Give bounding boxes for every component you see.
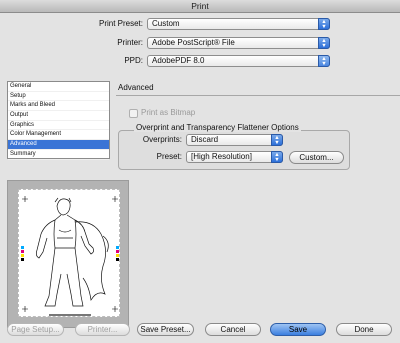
print-preset-popup[interactable]: Custom ▲ ▼: [147, 18, 330, 30]
ppd-label: PPD:: [124, 56, 143, 65]
preview-paper: [18, 189, 120, 317]
superhero-illustration: [21, 196, 119, 316]
sidebar-item-color-management[interactable]: Color Management: [8, 130, 109, 141]
print-as-bitmap-label: Print as Bitmap: [141, 108, 196, 117]
sidebar-item-summary[interactable]: Summary: [8, 150, 109, 160]
print-preset-label: Print Preset:: [98, 19, 143, 28]
sidebar-item-marks-and-bleed[interactable]: Marks and Bleed: [8, 101, 109, 112]
sidebar-item-setup[interactable]: Setup: [8, 92, 109, 102]
page-setup-button[interactable]: Page Setup...: [7, 323, 64, 336]
printer-popup[interactable]: Adobe PostScript® File ▲ ▼: [147, 37, 330, 49]
up-down-arrows-icon: ▲ ▼: [271, 151, 283, 163]
printer-label: Printer:: [117, 38, 143, 47]
print-as-bitmap-checkbox[interactable]: [129, 109, 138, 118]
page-preview: [7, 180, 129, 328]
sidebar-item-advanced[interactable]: Advanced: [8, 140, 109, 150]
window-title: Print: [0, 0, 400, 13]
ppd-value: AdobePDF 8.0: [152, 56, 205, 65]
overprints-popup[interactable]: Discard ▲ ▼: [186, 134, 283, 146]
sidebar-item-graphics[interactable]: Graphics: [8, 121, 109, 131]
print-dialog: Print Preset: Custom ▲ ▼ Printer: Adobe P…: [0, 13, 400, 343]
overprints-value: Discard: [191, 135, 219, 144]
section-title: Advanced: [118, 83, 154, 92]
printer-button[interactable]: Printer...: [75, 323, 130, 336]
up-down-arrows-icon: ▲ ▼: [318, 37, 330, 49]
up-down-arrows-icon: ▲ ▼: [318, 55, 330, 67]
done-button[interactable]: Done: [336, 323, 392, 336]
section-divider: [116, 95, 400, 96]
ppd-popup[interactable]: AdobePDF 8.0 ▲ ▼: [147, 55, 330, 67]
overprints-label: Overprints:: [142, 135, 182, 144]
save-button[interactable]: Save: [270, 323, 326, 336]
flattener-preset-popup[interactable]: [High Resolution] ▲ ▼: [186, 151, 283, 163]
cancel-button[interactable]: Cancel: [205, 323, 261, 336]
flattener-group-title: Overprint and Transparency Flattener Opt…: [134, 123, 301, 132]
flattener-preset-label: Preset:: [156, 152, 182, 161]
up-down-arrows-icon: ▲ ▼: [271, 134, 283, 146]
sidebar-item-general[interactable]: General: [8, 82, 109, 92]
category-list[interactable]: General Setup Marks and Bleed Output Gra…: [7, 81, 110, 160]
printer-value: Adobe PostScript® File: [152, 38, 235, 47]
save-preset-button[interactable]: Save Preset...: [137, 323, 194, 336]
custom-button[interactable]: Custom...: [289, 151, 344, 164]
sidebar-item-output[interactable]: Output: [8, 111, 109, 121]
up-down-arrows-icon: ▲ ▼: [318, 18, 330, 30]
flattener-preset-value: [High Resolution]: [191, 152, 252, 161]
print-preset-value: Custom: [152, 19, 180, 28]
